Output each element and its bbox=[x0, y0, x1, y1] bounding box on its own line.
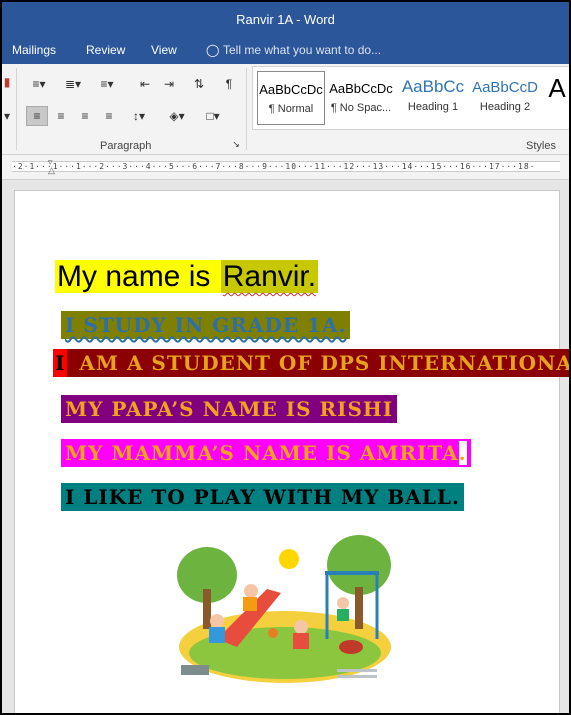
style-name: ¶ Normal bbox=[268, 103, 314, 115]
line-papa: My papa’s name is Rishi bbox=[61, 395, 398, 423]
tab-mailings[interactable]: Mailings bbox=[12, 43, 56, 57]
pilcrow-icon[interactable]: ¶ bbox=[218, 74, 240, 94]
paragraph-group-label: Paragraph bbox=[100, 140, 152, 152]
document-page[interactable]: My name is Ranvir. I study in grade 1A. … bbox=[14, 190, 569, 713]
justify-icon[interactable]: ≡ bbox=[98, 106, 120, 126]
title-bar: Ranvir 1A - Word bbox=[2, 2, 569, 38]
paragraph-dialog-launcher-icon[interactable]: ↘ bbox=[230, 138, 242, 150]
shading-icon[interactable]: ◈▾ bbox=[162, 106, 192, 126]
align-right-icon[interactable]: ≡ bbox=[74, 106, 96, 126]
line-ball: I like to play with my ball. bbox=[61, 483, 464, 511]
style-preview: AaBbCcDc bbox=[329, 81, 393, 96]
text-ball: I like to play with my ball. bbox=[65, 485, 460, 509]
group-divider bbox=[246, 68, 247, 150]
style-name: Heading 2 bbox=[479, 101, 531, 113]
style-name: Heading 1 bbox=[407, 101, 459, 113]
horizontal-ruler[interactable]: ·2·1···1···1···2···3···4···5···6···7···8… bbox=[2, 155, 569, 180]
line-spacing-icon[interactable]: ↕▾ bbox=[124, 106, 154, 126]
line-mamma: My mamma’s name is Amrita. bbox=[61, 439, 471, 467]
style-heading-1[interactable]: AaBbCc Heading 1 bbox=[399, 71, 467, 125]
tab-view[interactable]: View bbox=[151, 43, 177, 57]
sort-icon[interactable]: ⇅ bbox=[188, 74, 210, 94]
text-grade: I study in grade 1A. bbox=[65, 313, 347, 337]
style-title[interactable]: A bbox=[545, 71, 569, 125]
text-i: I bbox=[53, 349, 68, 377]
style-preview: AaBbCcDc bbox=[259, 82, 323, 97]
borders-icon[interactable]: □▾ bbox=[198, 106, 228, 126]
eraser-icon[interactable]: ▮ bbox=[2, 72, 12, 92]
numbering-icon[interactable]: ≣▾ bbox=[58, 74, 88, 94]
word-window: Ranvir 1A - Word Mailings Review View ◯ … bbox=[2, 2, 569, 713]
ribbon-tabs: Mailings Review View ◯ Tell me what you … bbox=[2, 38, 569, 64]
styles-group-label: Styles bbox=[526, 140, 556, 152]
text-student-of-dps: am a student of DPS International bbox=[67, 349, 569, 377]
style-normal[interactable]: AaBbCcDc ¶ Normal bbox=[257, 71, 325, 125]
align-left-icon[interactable]: ≡ bbox=[26, 106, 48, 126]
dropdown-arrow-icon[interactable]: ▾ bbox=[2, 106, 12, 126]
align-center-icon[interactable]: ≡ bbox=[50, 106, 72, 126]
bullets-icon[interactable]: ≡▾ bbox=[24, 74, 54, 94]
tell-me-search[interactable]: Tell me what you want to do... bbox=[223, 43, 381, 57]
style-preview: A bbox=[548, 73, 566, 103]
ruler-scale: ·2·1···1···1···2···3···4···5···6···7···8… bbox=[12, 161, 560, 172]
window-title: Ranvir 1A - Word bbox=[236, 12, 335, 27]
multilevel-list-icon[interactable]: ≡▾ bbox=[92, 74, 122, 94]
style-no-spacing[interactable]: AaBbCcDc ¶ No Spac... bbox=[327, 71, 395, 125]
indent-marker-icon[interactable]: ▿ △ bbox=[48, 158, 56, 176]
text-my-name-is: My name is bbox=[55, 260, 221, 293]
playground-illustration[interactable] bbox=[177, 529, 393, 687]
style-name: ¶ No Spac... bbox=[330, 102, 392, 114]
decrease-indent-icon[interactable]: ⇤ bbox=[134, 74, 156, 94]
text-papa: My papa’s name is Rishi bbox=[65, 397, 394, 421]
increase-indent-icon[interactable]: ⇥ bbox=[158, 74, 180, 94]
text-mamma: My mamma’s name is Amrita bbox=[65, 441, 459, 465]
group-divider bbox=[16, 68, 17, 150]
ribbon: ▮ ▾ ≡▾ ≣▾ ≡▾ ⇤ ⇥ ⇅ ¶ ≡ ≡ ≡ ≡ ↕▾ ◈▾ □▾ Pa… bbox=[2, 64, 569, 155]
style-preview: AaBbCcD bbox=[472, 79, 538, 96]
style-heading-2[interactable]: AaBbCcD Heading 2 bbox=[471, 71, 539, 125]
style-preview: AaBbCc bbox=[401, 77, 465, 96]
text-ranvir: Ranvir. bbox=[220, 260, 319, 293]
line-my-name: My name is Ranvir. bbox=[55, 253, 319, 301]
lightbulb-icon: ◯ bbox=[206, 43, 220, 57]
text-period: . bbox=[458, 441, 467, 465]
line-grade: I study in grade 1A. bbox=[61, 311, 351, 339]
styles-gallery: AaBbCcDc ¶ Normal AaBbCcDc ¶ No Spac... … bbox=[252, 66, 569, 130]
line-student: I am a student of DPS International. bbox=[53, 349, 569, 377]
tab-review[interactable]: Review bbox=[86, 43, 125, 57]
